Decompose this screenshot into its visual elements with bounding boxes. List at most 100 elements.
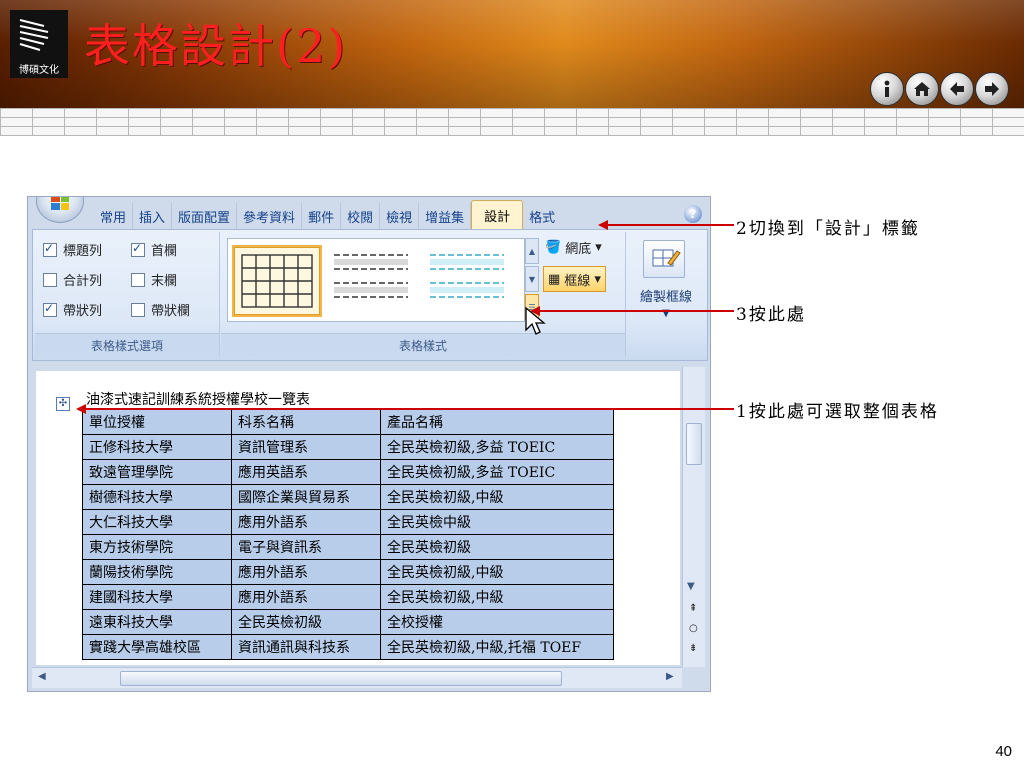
table-row[interactable]: 樹德科技大學 國際企業與貿易系 全民英檢初級,中級 (82, 484, 614, 510)
table-style-plain[interactable] (328, 245, 414, 313)
table-style-light-shading[interactable] (424, 245, 510, 313)
table-cell[interactable]: 全民英檢初級,多益 TOEIC (380, 459, 614, 485)
table-cell[interactable]: 遠東科技大學 (82, 609, 232, 635)
table-header-row[interactable]: 單位授權 科系名稱 產品名稱 (82, 409, 614, 435)
page-number: 40 (995, 743, 1012, 760)
pencil-table-icon (643, 240, 685, 278)
horizontal-scrollbar[interactable]: ◀ ▶ (32, 667, 682, 688)
option-total-row[interactable]: 合計列 (43, 270, 102, 289)
table-cell[interactable]: 電子與資訊系 (231, 534, 381, 560)
back-button[interactable] (940, 72, 974, 106)
forward-button[interactable] (975, 72, 1009, 106)
table-cell[interactable]: 資訊通訊與科技系 (231, 634, 381, 660)
table-cell[interactable]: 應用外語系 (231, 559, 381, 585)
table-cell[interactable]: 正修科技大學 (82, 434, 232, 460)
checkbox-checked[interactable] (43, 301, 57, 317)
browse-object-icon[interactable]: ○ (689, 623, 698, 634)
option-banded-columns[interactable]: 帶狀欄 (131, 300, 190, 319)
checkbox-checked[interactable] (131, 241, 145, 257)
nav-buttons (870, 72, 1009, 106)
data-table[interactable]: 單位授權 科系名稱 產品名稱 正修科技大學 資訊管理系 全民英檢初級,多益 TOEIC 致遠… (82, 409, 614, 660)
table-move-handle-icon[interactable]: ✣ (56, 397, 70, 411)
tab-mailings[interactable]: 郵件 (302, 203, 342, 229)
gallery-down-button[interactable]: ▼ (525, 266, 539, 292)
table-cell[interactable]: 致遠管理學院 (82, 459, 232, 485)
table-cell[interactable]: 全民英檢初級,中級 (380, 584, 614, 610)
table-cell[interactable]: 應用外語系 (231, 509, 381, 535)
table-cell[interactable]: 國際企業與貿易系 (231, 484, 381, 510)
tab-addins[interactable]: 增益集 (419, 203, 472, 229)
scroll-down-icon[interactable]: ▼ (687, 581, 695, 592)
callout-line-step2 (604, 224, 734, 226)
checkbox-unchecked[interactable] (43, 272, 57, 287)
tab-page-layout[interactable]: 版面配置 (172, 203, 238, 229)
table-cell[interactable]: 全校授權 (380, 609, 614, 635)
table-cell[interactable]: 東方技術學院 (82, 534, 232, 560)
table-cell[interactable]: 建國科技大學 (82, 584, 232, 610)
table-cell[interactable]: 全民英檢中級 (380, 509, 614, 535)
table-cell[interactable]: 資訊管理系 (231, 434, 381, 460)
table-cell[interactable]: 應用英語系 (231, 459, 381, 485)
vertical-scrollbar[interactable]: ▼ ⇞ ○ ⇟ (682, 367, 705, 667)
table-cell[interactable]: 全民英檢初級,中級 (380, 559, 614, 585)
option-header-row[interactable]: 標題列 (43, 240, 102, 259)
table-row[interactable]: 致遠管理學院 應用英語系 全民英檢初級,多益 TOEIC (82, 459, 614, 485)
previous-page-icon[interactable]: ⇞ (689, 603, 697, 614)
table-cell[interactable]: 應用外語系 (231, 584, 381, 610)
ribbon-panel: 標題列 首欄 合計列 末欄 帶狀列 帶狀欄 表格樣式選項 (32, 229, 708, 361)
table-row[interactable]: 大仁科技大學 應用外語系 全民英檢中級 (82, 509, 614, 535)
table-cell[interactable]: 全民英檢初級,中級 (380, 484, 614, 510)
shading-button[interactable]: 🪣 網底 ▾ (545, 238, 602, 257)
table-style-options-group: 標題列 首欄 合計列 末欄 帶狀列 帶狀欄 表格樣式選項 (35, 232, 220, 356)
group-label: 表格樣式 (221, 333, 625, 356)
table-style-grid[interactable] (232, 245, 322, 317)
tab-view[interactable]: 檢視 (380, 203, 420, 229)
scroll-thumb[interactable] (120, 671, 562, 686)
publisher-logo: 博碩文化 (10, 10, 68, 78)
tab-review[interactable]: 校閱 (341, 203, 381, 229)
next-page-icon[interactable]: ⇟ (689, 643, 697, 654)
table-cell[interactable]: 全民英檢初級,中級,托福 TOEF (380, 634, 614, 660)
borders-button[interactable]: ▦ 框線 ▾ (543, 266, 606, 292)
tab-format[interactable]: 格式 (523, 203, 561, 229)
table-cell[interactable]: 全民英檢初級 (380, 534, 614, 560)
checkbox-unchecked[interactable] (131, 302, 145, 317)
table-cell[interactable]: 大仁科技大學 (82, 509, 232, 535)
table-row[interactable]: 東方技術學院 電子與資訊系 全民英檢初級 (82, 534, 614, 560)
tab-home[interactable]: 常用 (94, 203, 134, 229)
table-row[interactable]: 遠東科技大學 全民英檢初級 全校授權 (82, 609, 614, 635)
option-last-column[interactable]: 末欄 (131, 270, 177, 289)
tab-insert[interactable]: 插入 (133, 203, 173, 229)
option-banded-rows[interactable]: 帶狀列 (43, 300, 102, 319)
tab-design[interactable]: 設計 (471, 200, 524, 229)
draw-borders-group[interactable]: 繪製框線 ▼ (629, 232, 703, 356)
table-cell[interactable]: 樹德科技大學 (82, 484, 232, 510)
home-button[interactable] (905, 72, 939, 106)
office-button[interactable] (36, 197, 84, 223)
checkbox-unchecked[interactable] (131, 272, 145, 287)
arrow-left-icon (950, 82, 964, 96)
arrow-right-icon (985, 82, 999, 96)
table-cell[interactable]: 全民英檢初級 (231, 609, 381, 635)
help-icon[interactable]: ? (684, 205, 702, 223)
scroll-left-icon[interactable]: ◀ (38, 671, 46, 682)
table-cell[interactable]: 實踐大學高雄校區 (82, 634, 232, 660)
table-cell[interactable]: 全民英檢初級,多益 TOEIC (380, 434, 614, 460)
table-cell[interactable]: 產品名稱 (380, 409, 614, 435)
info-button[interactable] (870, 72, 904, 106)
option-first-column[interactable]: 首欄 (131, 240, 177, 259)
scroll-thumb[interactable] (686, 423, 702, 465)
tab-references[interactable]: 參考資料 (237, 203, 303, 229)
table-cell[interactable]: 單位授權 (82, 409, 232, 435)
table-cell[interactable]: 科系名稱 (231, 409, 381, 435)
checkbox-checked[interactable] (43, 241, 57, 257)
header-grid-strip (0, 108, 1024, 136)
table-row[interactable]: 建國科技大學 應用外語系 全民英檢初級,中級 (82, 584, 614, 610)
table-row[interactable]: 正修科技大學 資訊管理系 全民英檢初級,多益 TOEIC (82, 434, 614, 460)
gallery-up-button[interactable]: ▲ (525, 238, 539, 264)
word-window: 常用 插入 版面配置 參考資料 郵件 校閱 檢視 增益集 設計 格式 ? 標題列… (27, 196, 711, 692)
table-row[interactable]: 蘭陽技術學院 應用外語系 全民英檢初級,中級 (82, 559, 614, 585)
scroll-right-icon[interactable]: ▶ (666, 671, 674, 682)
table-cell[interactable]: 蘭陽技術學院 (82, 559, 232, 585)
table-row[interactable]: 實踐大學高雄校區 資訊通訊與科技系 全民英檢初級,中級,托福 TOEF (82, 634, 614, 660)
